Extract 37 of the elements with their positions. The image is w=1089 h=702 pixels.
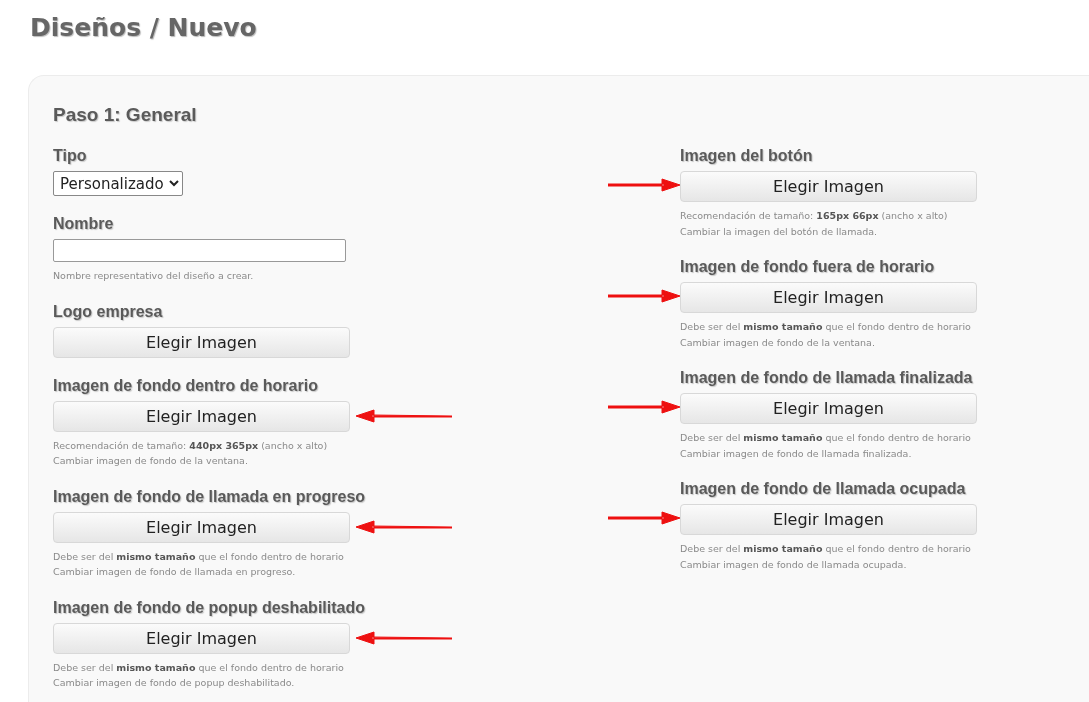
help-text: Debe ser del mismo tamaño que el fondo dentro de horario [680, 320, 972, 334]
help-text: Recomendación de tamaño: 440px 365px (ancho x alto) [53, 438, 329, 453]
help-text: Cambiar imagen de fondo de la ventana. [53, 454, 249, 468]
help-text: Cambiar imagen de fondo de llamada ocupada. [680, 557, 908, 572]
field-label: Imagen de fondo de llamada en progreso [53, 487, 366, 506]
type-dropdown[interactable]: Personalizado [53, 171, 183, 196]
help-text: Cambiar imagen de fondo de popup deshabilitado. [53, 676, 296, 690]
choose-image-button[interactable]: Elegir Imagen [680, 171, 977, 202]
field-label: Tipo [53, 147, 87, 165]
choose-image-button[interactable]: Elegir Imagen [53, 622, 350, 654]
help-text: Cambiar la imagen del botón de llamada. [680, 224, 879, 239]
page-title: Diseños / Nuevo [29, 12, 258, 44]
help-text: Nombre representativo del diseño a crear. [53, 269, 255, 283]
help-text: Recomendación de tamaño: 165px 66px (ancho x alto) [680, 209, 949, 223]
field-label: Imagen de fondo de llamada finalizada [680, 369, 973, 387]
name-input-field[interactable] [53, 239, 346, 262]
field-label: Imagen de fondo dentro de horario [53, 376, 318, 395]
choose-image-button[interactable]: Elegir Imagen [680, 393, 977, 424]
help-text: Debe ser del mismo tamaño que el fondo dentro de horario [680, 542, 972, 556]
field-label: Nombre [53, 215, 114, 233]
field-label: Imagen de fondo fuera de horario [680, 258, 935, 276]
choose-image-button[interactable]: Elegir Imagen [680, 282, 977, 313]
field-label: Imagen del botón [680, 147, 813, 165]
field-label: Logo empresa [53, 302, 163, 321]
help-text: Debe ser del mismo tamaño que el fondo dentro de horario [53, 549, 345, 564]
choose-image-button[interactable]: Elegir Imagen [53, 511, 350, 543]
step-title: Paso 1: General [53, 104, 198, 126]
help-text: Cambiar imagen de fondo de la ventana. [680, 335, 876, 350]
help-text: Cambiar imagen de fondo de llamada finalizada. [680, 446, 913, 461]
help-text: Debe ser del mismo tamaño que el fondo dentro de horario [680, 431, 972, 445]
help-text: Cambiar imagen de fondo de llamada en progreso. [53, 565, 297, 579]
choose-image-button[interactable]: Elegir Imagen [680, 504, 977, 535]
field-label: Imagen de fondo de popup deshabilitado [53, 598, 365, 617]
help-text: Debe ser del mismo tamaño que el fondo dentro de horario [53, 660, 345, 675]
choose-image-button[interactable]: Elegir Imagen [53, 326, 350, 358]
choose-image-button[interactable]: Elegir Imagen [53, 400, 350, 432]
field-label: Imagen de fondo de llamada ocupada [680, 480, 966, 498]
